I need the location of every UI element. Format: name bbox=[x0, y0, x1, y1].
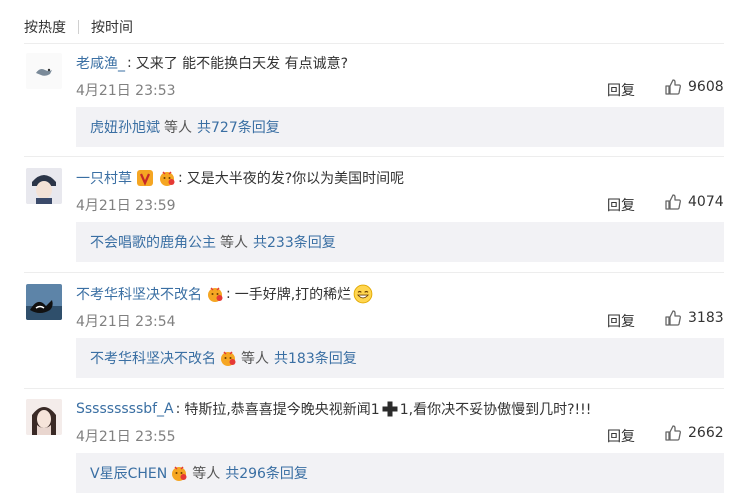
like-count: 4074 bbox=[688, 194, 724, 210]
like-button[interactable]: 4074 bbox=[664, 193, 724, 211]
avatar[interactable] bbox=[26, 284, 62, 320]
comment-line: 老咸渔_ : 又来了 能不能换白天发 有点诚意? bbox=[76, 52, 348, 74]
avatar[interactable] bbox=[26, 399, 62, 435]
fan-badge-icon bbox=[221, 351, 236, 366]
replies-summary[interactable]: 不会唱歌的鹿角公主 等人 共233条回复 bbox=[76, 222, 724, 262]
comment-time: 4月21日 23:53 bbox=[76, 83, 176, 99]
comment-text: 又是大半夜的发?你以为美国时间呢 bbox=[186, 171, 405, 187]
reply-total[interactable]: 共296条回复 bbox=[225, 463, 308, 483]
colon: : bbox=[175, 401, 181, 417]
sort-by-time[interactable]: 按时间 bbox=[91, 17, 133, 37]
plus-emoji-icon bbox=[382, 401, 398, 417]
like-count: 9608 bbox=[688, 79, 724, 95]
comment-username[interactable]: 老咸渔_ bbox=[76, 53, 125, 73]
comment-text: 又来了 能不能换白天发 有点诚意? bbox=[135, 56, 349, 72]
like-button[interactable]: 3183 bbox=[664, 309, 724, 327]
replies-summary[interactable]: V星辰CHEN 等人 共296条回复 bbox=[76, 453, 724, 493]
like-count: 3183 bbox=[688, 310, 724, 326]
reply-button[interactable]: 回复 bbox=[607, 426, 635, 446]
replies-summary[interactable]: 不考华科坚决不改名 等人 共183条回复 bbox=[76, 338, 724, 378]
comment-item: 一只村草 : 又是大半夜的发?你以为美国时间呢 4月21日 23:59 回复 4… bbox=[0, 155, 748, 270]
comment-text-tail: 1,看你决不妥协傲慢到几时?!!! bbox=[399, 402, 592, 418]
comment-time: 4月21日 23:54 bbox=[76, 314, 176, 330]
colon: : bbox=[226, 286, 231, 302]
reply-etc: 等人 bbox=[241, 351, 269, 367]
comment-item: Sssssssssbf_A : 特斯拉,恭喜喜提今晚央视新闻1 1,看你决不妥协… bbox=[0, 386, 748, 501]
thumb-up-icon bbox=[665, 425, 681, 441]
colon: : bbox=[178, 170, 183, 186]
reply-username[interactable]: 不会唱歌的鹿角公主 bbox=[90, 232, 216, 252]
grin-emoji-icon bbox=[353, 284, 373, 304]
reply-total[interactable]: 共233条回复 bbox=[253, 232, 336, 252]
sort-by-hot[interactable]: 按热度 bbox=[24, 17, 66, 37]
colon: : bbox=[127, 55, 132, 71]
comment-item: 老咸渔_ : 又来了 能不能换白天发 有点诚意? 4月21日 23:53 回复 … bbox=[0, 40, 748, 155]
reply-button[interactable]: 回复 bbox=[607, 195, 635, 215]
fan-badge-icon bbox=[172, 466, 187, 481]
avatar[interactable] bbox=[26, 168, 62, 204]
like-button[interactable]: 2662 bbox=[664, 424, 724, 442]
comment-line: Sssssssssbf_A : 特斯拉,恭喜喜提今晚央视新闻1 1,看你决不妥协… bbox=[76, 398, 591, 420]
reply-total[interactable]: 共727条回复 bbox=[197, 117, 280, 137]
reply-button[interactable]: 回复 bbox=[607, 80, 635, 100]
reply-etc: 等人 bbox=[192, 466, 221, 482]
reply-etc: 等人 bbox=[220, 235, 248, 251]
fan-badge-icon bbox=[160, 171, 175, 186]
reply-username[interactable]: 虎妞孙旭斌 bbox=[90, 117, 160, 137]
vip-badge-icon bbox=[137, 170, 153, 186]
thumb-up-icon bbox=[665, 194, 681, 210]
comment-line: 一只村草 : 又是大半夜的发?你以为美国时间呢 bbox=[76, 167, 404, 189]
sort-bar: 按热度 按时间 bbox=[24, 15, 133, 39]
comment-username[interactable]: 不考华科坚决不改名 bbox=[76, 284, 202, 304]
comment-text: 特斯拉,恭喜喜提今晚央视新闻1 bbox=[184, 402, 380, 418]
fan-badge-icon bbox=[208, 287, 223, 302]
reply-username[interactable]: V星辰CHEN bbox=[90, 463, 167, 483]
reply-etc: 等人 bbox=[164, 120, 192, 136]
comment-text: 一手好牌,打的稀烂 bbox=[234, 287, 352, 303]
comment-time: 4月21日 23:59 bbox=[76, 198, 176, 214]
comment-line: 不考华科坚决不改名 : 一手好牌,打的稀烂 bbox=[76, 283, 373, 305]
thumb-up-icon bbox=[665, 310, 681, 326]
sort-separator bbox=[78, 20, 79, 34]
reply-total[interactable]: 共183条回复 bbox=[274, 348, 357, 368]
avatar[interactable] bbox=[26, 53, 62, 89]
reply-button[interactable]: 回复 bbox=[607, 311, 635, 331]
like-count: 2662 bbox=[688, 425, 724, 441]
comment-item: 不考华科坚决不改名 : 一手好牌,打的稀烂 4月21日 23:54 回复 318… bbox=[0, 271, 748, 386]
comment-time: 4月21日 23:55 bbox=[76, 429, 176, 445]
comment-username[interactable]: 一只村草 bbox=[76, 168, 132, 188]
replies-summary[interactable]: 虎妞孙旭斌 等人 共727条回复 bbox=[76, 107, 724, 147]
thumb-up-icon bbox=[665, 79, 681, 95]
reply-username[interactable]: 不考华科坚决不改名 bbox=[90, 348, 216, 368]
comment-username[interactable]: Sssssssssbf_A bbox=[76, 401, 174, 417]
like-button[interactable]: 9608 bbox=[664, 78, 724, 96]
